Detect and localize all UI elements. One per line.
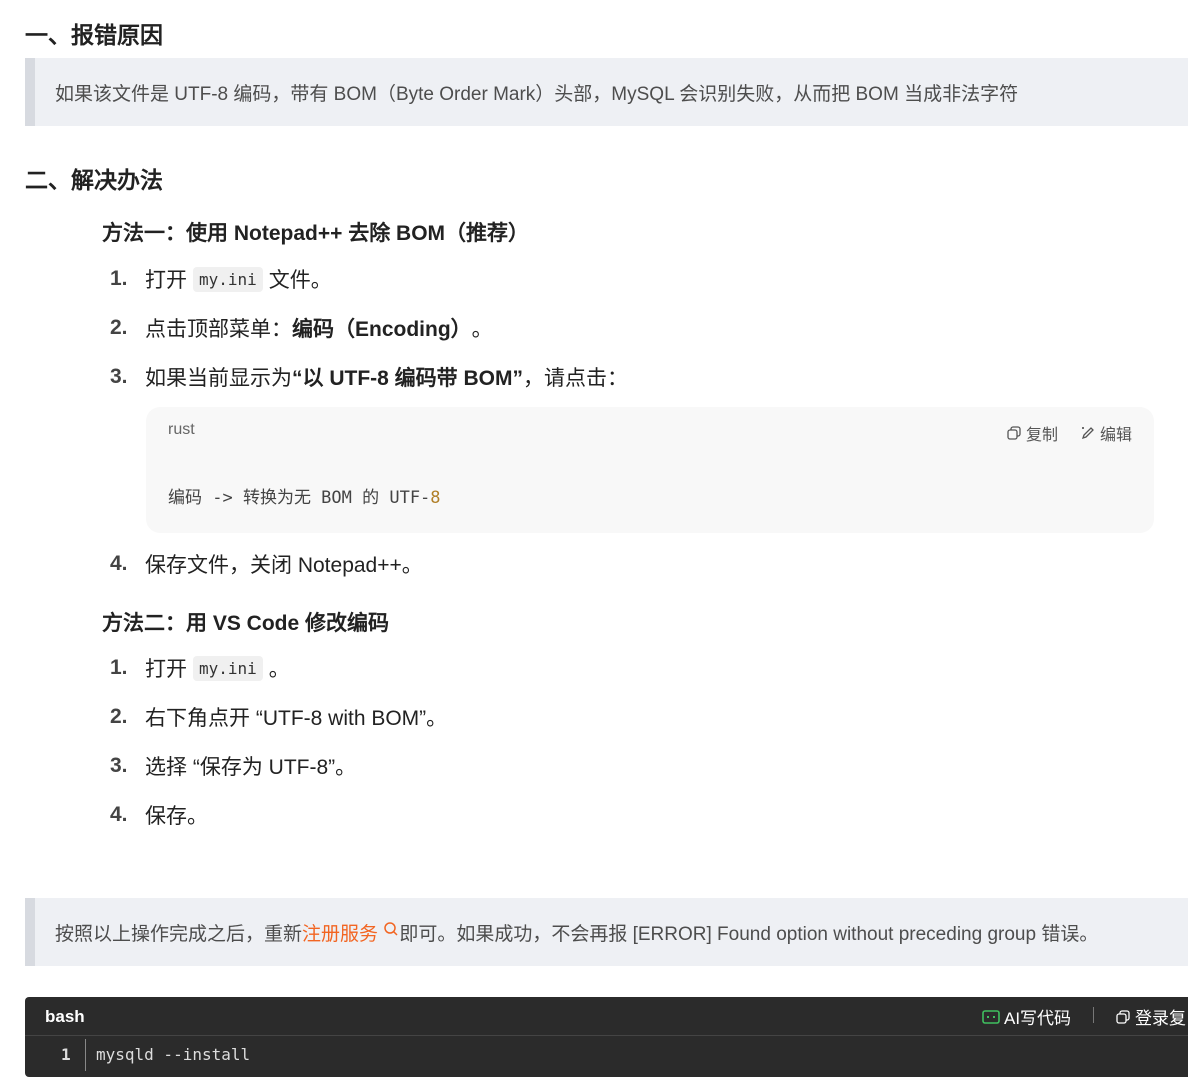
list-text: 打开 xyxy=(145,269,187,292)
list-item: 1. 打开 my.ini 文件。 xyxy=(110,264,332,294)
list-text-bold: 编码（Encoding） xyxy=(292,318,472,341)
blockquote-result: 按照以上操作完成之后，重新 注册服务 即可。如果成功，不会再报 [ERROR] … xyxy=(25,898,1188,966)
search-icon xyxy=(383,922,399,945)
blockquote-result-text: 按照以上操作完成之后，重新 xyxy=(55,923,303,945)
list-text: 保存文件，关闭 Notepad++。 xyxy=(145,554,423,577)
method2-title: 方法二：用 VS Code 修改编码 xyxy=(102,612,390,635)
list-text: 点击顶部菜单： xyxy=(145,318,292,341)
inline-code: my.ini xyxy=(193,266,263,292)
bash-language: bash xyxy=(45,1007,85,1026)
copy-label: 复制 xyxy=(1025,427,1058,444)
list-item: 1. 打开 my.ini 。 xyxy=(110,653,290,683)
code-content: 编码 -> 转换为无 BOM 的 UTF-8 xyxy=(168,483,441,508)
list-number: 1. xyxy=(110,656,128,679)
ai-icon xyxy=(982,1007,1000,1027)
blockquote-result-text-2: 即可。如果成功，不会再报 [ERROR] Found option withou… xyxy=(399,923,1099,945)
list-number: 1. xyxy=(110,267,128,290)
list-text: 打开 xyxy=(145,658,187,681)
ai-write-code-label: AI写代码 xyxy=(1004,1009,1072,1028)
code-language: rust xyxy=(168,421,195,438)
login-copy-button[interactable]: 登录复 xyxy=(1115,1004,1186,1029)
bash-code-header: bash AI写代码 登录复 xyxy=(25,997,1188,1036)
list-text: 文件。 xyxy=(268,269,332,292)
list-item: 4. 保存。 xyxy=(110,800,208,830)
heading-solution: 二、解决办法 xyxy=(25,168,163,194)
heading-cause: 一、报错原因 xyxy=(25,23,163,49)
toolbar-divider xyxy=(1093,1007,1094,1023)
list-item: 3. 选择 “保存为 UTF-8”。 xyxy=(110,751,356,781)
code-block: rust 复制 编辑 编码 -> 转换为无 BOM 的 UTF-8 xyxy=(146,407,1154,533)
list-number: 4. xyxy=(110,552,128,575)
edit-button[interactable]: 编辑 xyxy=(1080,421,1132,445)
code-line: 1 mysqld --install xyxy=(25,1035,1188,1077)
blockquote-cause-text: 如果该文件是 UTF-8 编码，带有 BOM（Byte Order Mark）头… xyxy=(55,83,1019,105)
code-toolbar: 复制 编辑 xyxy=(1006,421,1132,445)
gutter-divider xyxy=(85,1039,86,1071)
list-number: 3. xyxy=(110,365,128,388)
bash-command: mysqld --install xyxy=(96,1045,251,1064)
list-text: 右下角点开 “UTF-8 with BOM”。 xyxy=(145,707,448,730)
edit-icon xyxy=(1080,424,1096,442)
copy-icon xyxy=(1006,424,1022,442)
ai-write-code-button[interactable]: AI写代码 xyxy=(982,1004,1071,1029)
login-copy-label: 登录复 xyxy=(1135,1009,1186,1028)
code-number: 8 xyxy=(430,488,441,508)
edit-label: 编辑 xyxy=(1099,427,1132,444)
line-number: 1 xyxy=(61,1045,71,1064)
list-text: 选择 “保存为 UTF-8”。 xyxy=(145,756,357,779)
blockquote-cause: 如果该文件是 UTF-8 编码，带有 BOM（Byte Order Mark）头… xyxy=(25,58,1188,126)
list-number: 2. xyxy=(110,316,128,339)
list-text: 如果当前显示为 xyxy=(145,367,292,390)
inline-code: my.ini xyxy=(193,655,263,681)
link-text: 注册服务 xyxy=(302,923,379,945)
list-number: 4. xyxy=(110,803,128,826)
register-service-link[interactable]: 注册服务 xyxy=(302,919,399,946)
bash-code-block: bash AI写代码 登录复 1 mysqld --install xyxy=(25,997,1188,1077)
list-item: 4. 保存文件，关闭 Notepad++。 xyxy=(110,549,423,579)
list-text: 保存。 xyxy=(145,805,208,828)
list-item: 3. 如果当前显示为 “以 UTF-8 编码带 BOM” ，请点击： xyxy=(110,362,628,392)
list-item: 2. 点击顶部菜单： 编码（Encoding） 。 xyxy=(110,313,493,343)
method1-title: 方法一：使用 Notepad++ 去除 BOM（推荐） xyxy=(102,222,530,245)
list-text: ，请点击： xyxy=(523,367,628,390)
code-text: 编码 -> 转换为无 BOM 的 UTF- xyxy=(168,488,431,508)
list-number: 3. xyxy=(110,754,128,777)
list-text: 。 xyxy=(471,318,493,341)
list-number: 2. xyxy=(110,705,128,728)
list-text: 。 xyxy=(268,658,290,681)
list-text-bold: “以 UTF-8 编码带 BOM” xyxy=(292,367,523,390)
copy-icon xyxy=(1115,1007,1131,1027)
list-item: 2. 右下角点开 “UTF-8 with BOM”。 xyxy=(110,702,447,732)
copy-button[interactable]: 复制 xyxy=(1006,421,1058,445)
